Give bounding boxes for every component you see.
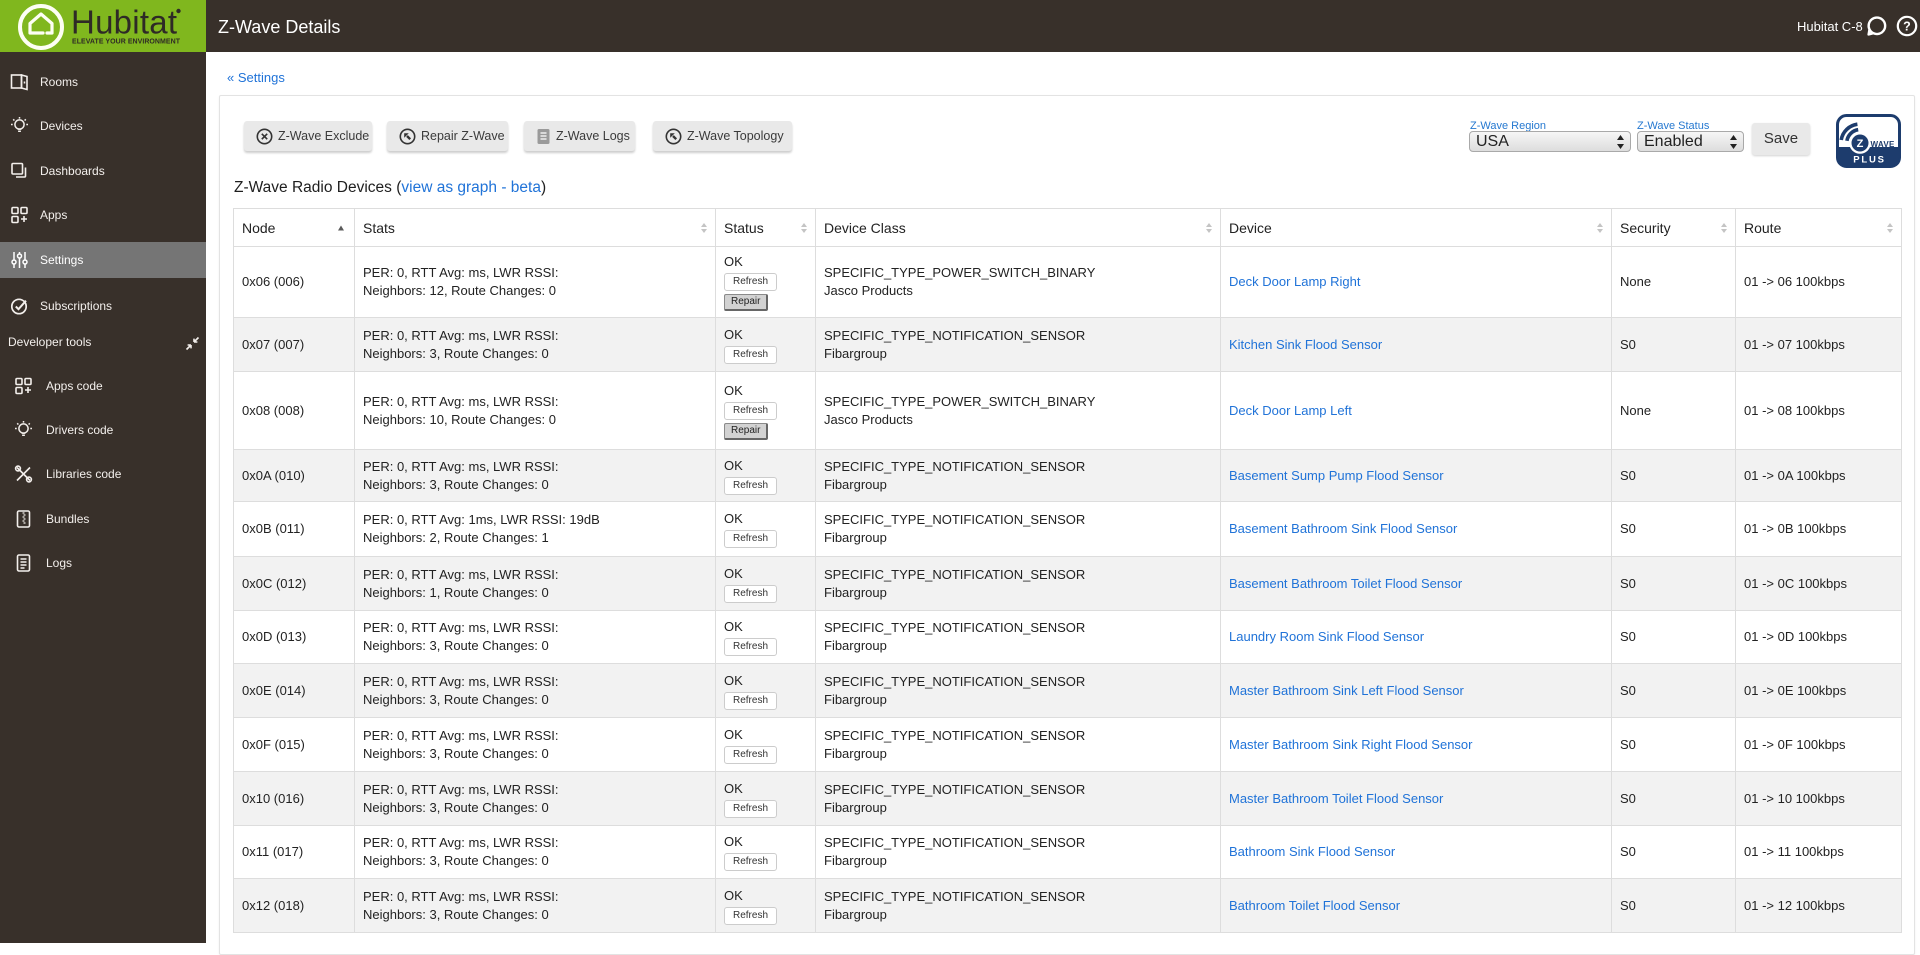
svg-text:PLUS: PLUS xyxy=(1853,155,1886,166)
svg-text:Hubitat: Hubitat xyxy=(71,4,177,41)
svg-text:ELEVATE YOUR ENVIRONMENT: ELEVATE YOUR ENVIRONMENT xyxy=(72,39,181,46)
svg-text:Z: Z xyxy=(1857,138,1864,150)
svg-text:WAVE: WAVE xyxy=(1871,140,1896,149)
svg-text:?: ? xyxy=(1903,19,1911,33)
